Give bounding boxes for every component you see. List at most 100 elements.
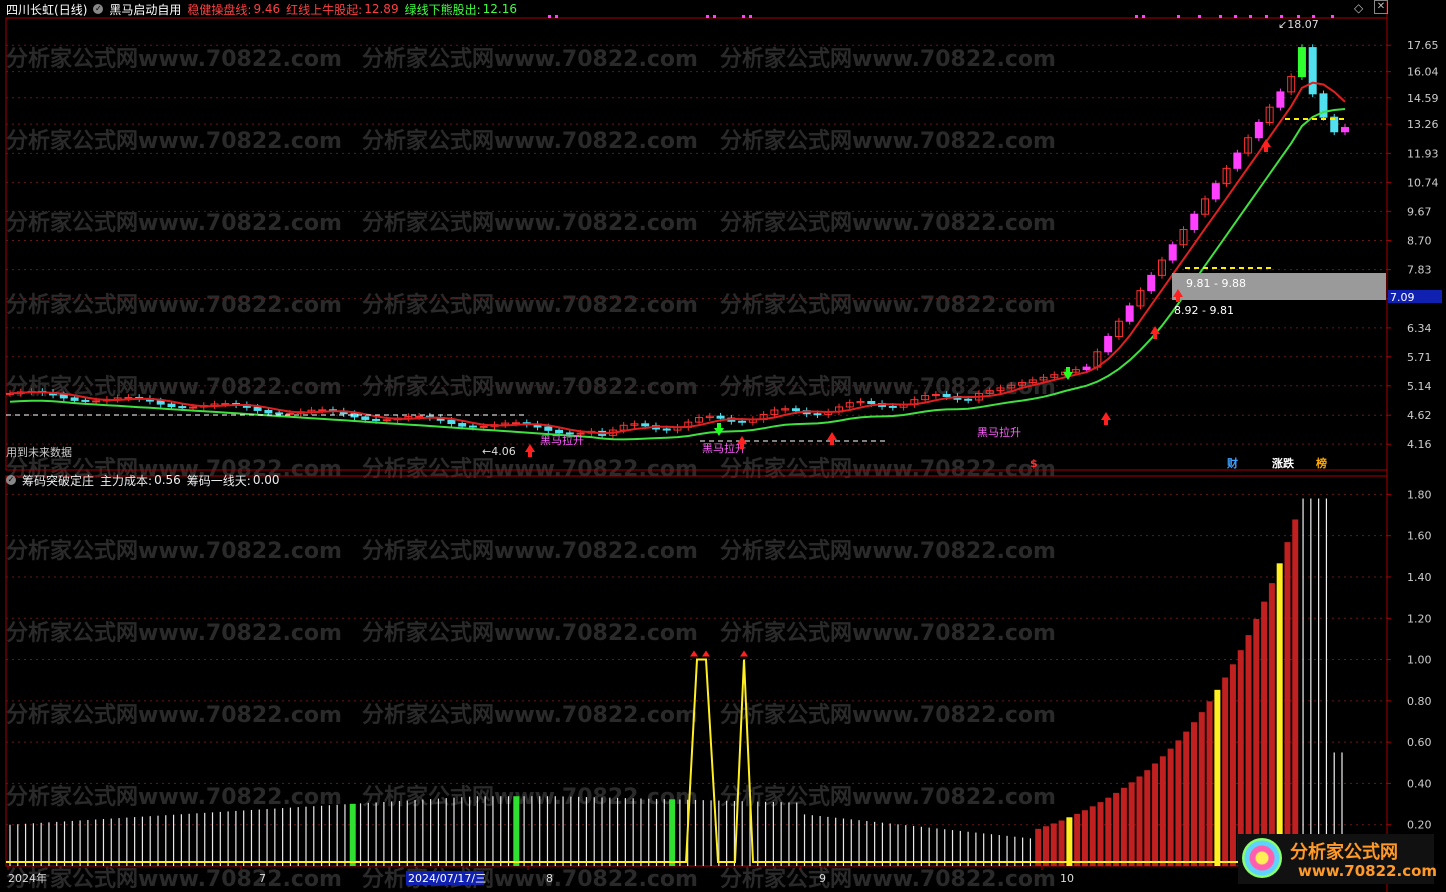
lower-value1: 0.56 xyxy=(154,473,181,487)
indicator-bar xyxy=(1105,797,1112,866)
indicator-bar xyxy=(1128,782,1135,866)
candle-body xyxy=(1341,127,1349,133)
signal-dot xyxy=(1135,15,1138,18)
main-price-panel[interactable]: 9.81 - 9.888.92 - 9.81↙18.07←4.06黑马拉升黑马拉… xyxy=(6,15,1386,470)
indicator-bar xyxy=(788,802,790,866)
lower-indicator-name[interactable]: 筹码突破定庄 xyxy=(22,472,94,489)
watermark-text: 分析家公式网www.70822.com xyxy=(720,292,1056,318)
candle-body xyxy=(716,415,725,419)
candle-body xyxy=(285,412,294,415)
logo-text: 分析家公式网 xyxy=(1290,842,1398,863)
time-axis-label: 9 xyxy=(819,872,826,885)
indicator-bar xyxy=(897,824,899,866)
candle-body xyxy=(1233,152,1242,169)
indicator-name[interactable]: 黑马启动自用 xyxy=(109,1,181,18)
candle-body xyxy=(1254,121,1263,139)
indicator-bar xyxy=(1035,828,1042,866)
indicator-bar xyxy=(803,814,806,866)
indicator-bar xyxy=(1325,498,1328,866)
indicator-bar xyxy=(562,796,564,866)
chart-canvas[interactable]: 分析家公式网www.70822.com 分析家公式网www.70822.com 分析… xyxy=(0,0,1446,892)
logo-url: www.70822.com xyxy=(1298,862,1438,880)
settings-icon[interactable]: ✓ xyxy=(93,4,104,14)
indicator-bar xyxy=(320,805,323,866)
candle-body xyxy=(447,419,456,425)
indicator-bar xyxy=(1183,731,1190,866)
badge-3: 榜 xyxy=(1316,456,1327,470)
indicator-bar xyxy=(811,815,813,866)
candle-body xyxy=(1082,366,1091,371)
candle-body xyxy=(372,418,381,421)
logo[interactable]: 分析家公式网 www.70822.com xyxy=(1238,834,1438,884)
candle-body xyxy=(942,393,951,397)
indicator-bar xyxy=(1144,770,1151,866)
indicator-bar xyxy=(149,816,151,866)
indicator-bar xyxy=(772,802,774,866)
indicator-bar xyxy=(967,831,969,866)
candle-body xyxy=(1168,244,1177,261)
indicator-bar xyxy=(349,803,356,866)
high-price-label: ↙18.07 xyxy=(1278,18,1319,31)
indicator-bar xyxy=(912,825,915,866)
indicator-bar xyxy=(702,800,704,866)
indicator-bar xyxy=(305,806,307,866)
up-arrow-icon xyxy=(740,650,748,657)
indicator-bar xyxy=(204,812,206,866)
indicator-bar xyxy=(476,796,478,866)
indicator-bar xyxy=(640,798,642,866)
indicator-bar xyxy=(1198,712,1205,866)
indicator-bar xyxy=(570,796,572,866)
indicator-bar xyxy=(391,801,393,866)
watermark-text: 分析家公式网www.70822.com xyxy=(6,292,342,318)
chevron-up-icon[interactable]: ◇ xyxy=(1354,1,1363,15)
indicator-bar xyxy=(500,796,502,866)
candle-body xyxy=(92,400,101,403)
indicator-bar xyxy=(1222,677,1229,866)
stock-name[interactable]: 四川长虹 xyxy=(6,1,54,18)
price-axis-label: 17.65 xyxy=(1407,39,1439,52)
signal-dot xyxy=(1312,15,1315,18)
indicator-bar xyxy=(523,796,525,866)
watermark-text: 分析家公式网www.70822.com xyxy=(720,784,1056,810)
indicator-bar xyxy=(513,796,520,866)
indicator-bar xyxy=(1113,792,1120,866)
indicator-bar xyxy=(796,802,798,866)
indicator-bar xyxy=(344,804,346,866)
indicator-bar xyxy=(227,811,229,866)
up-arrow-icon xyxy=(702,650,710,657)
price-axis-label: 7.83 xyxy=(1407,264,1432,277)
range-label-lower: 8.92 - 9.81 xyxy=(1174,304,1234,317)
watermark-text: 分析家公式网www.70822.com xyxy=(362,210,698,236)
signal-dot xyxy=(742,15,745,18)
up-arrow-icon xyxy=(827,432,837,445)
signal-dot xyxy=(1265,15,1268,18)
indicator-bar xyxy=(445,798,447,866)
watermark-text: 分析家公式网www.70822.com xyxy=(362,620,698,646)
indicator-bar xyxy=(1081,810,1088,866)
indicator-bar xyxy=(453,797,455,866)
close-icon[interactable]: ✕ xyxy=(1374,0,1388,14)
settings-icon-lower[interactable]: ✓ xyxy=(6,475,16,485)
candle-body xyxy=(1104,336,1113,353)
candle-body xyxy=(641,423,650,427)
indicator-bar xyxy=(609,797,611,866)
candle-body xyxy=(888,405,897,408)
indicator-bar xyxy=(40,822,42,866)
indicator-bar xyxy=(56,821,58,866)
indicator-bar xyxy=(975,832,977,866)
period-label[interactable]: (日线) xyxy=(54,1,87,18)
line1-value: 9.46 xyxy=(253,2,281,16)
candle-body xyxy=(253,406,262,411)
signal-dot xyxy=(555,15,558,18)
lower-label1: 主力成本: xyxy=(100,473,153,488)
indicator-bar xyxy=(1276,563,1283,866)
indicator-bar xyxy=(313,806,315,866)
badge-1: 财 xyxy=(1226,456,1238,470)
indicator-bar xyxy=(484,796,486,866)
badge-0: $ xyxy=(1030,457,1038,470)
indicator-bar xyxy=(905,825,907,866)
indicator-bar xyxy=(539,796,541,866)
lower-axis-label: 0.80 xyxy=(1407,695,1432,708)
price-axis-label: 13.26 xyxy=(1407,118,1439,131)
indicator-bar xyxy=(1175,740,1182,866)
